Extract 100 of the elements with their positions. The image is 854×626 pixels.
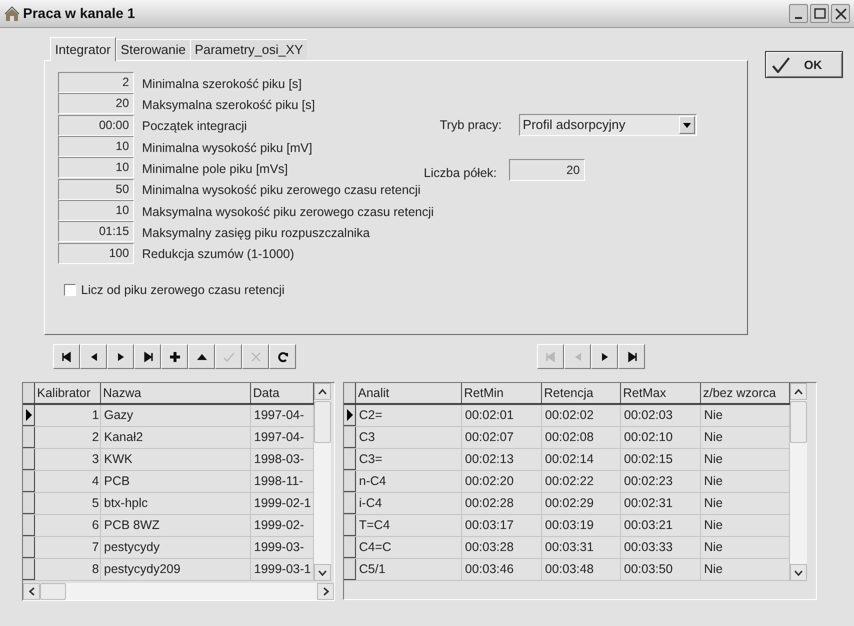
table-cell: 00:03:21 xyxy=(621,515,701,536)
table-cell: C2= xyxy=(356,405,462,426)
scroll-thumb[interactable] xyxy=(790,401,807,443)
row-indicator[interactable] xyxy=(23,405,35,426)
navigator-button[interactable] xyxy=(134,344,161,369)
input-field[interactable]: 2 xyxy=(58,72,134,94)
input-field[interactable]: 20 xyxy=(58,93,134,114)
column-header[interactable]: Retencja xyxy=(542,383,621,403)
column-header[interactable]: Analit xyxy=(356,383,462,403)
field-label: Liczba półek: xyxy=(424,165,497,182)
table-cell: 00:03:19 xyxy=(542,515,621,536)
maximize-button[interactable] xyxy=(810,4,829,23)
row-indicator[interactable] xyxy=(344,515,356,536)
row-indicator[interactable] xyxy=(23,471,35,492)
close-button[interactable] xyxy=(831,4,850,23)
column-header[interactable]: z/bez wzorca xyxy=(701,383,790,403)
table-cell: 00:02:22 xyxy=(542,471,621,492)
table-cell: 00:03:50 xyxy=(621,559,701,580)
row-indicator[interactable] xyxy=(23,515,35,536)
table-cell: 00:02:31 xyxy=(621,493,701,514)
scroll-bar[interactable] xyxy=(314,383,331,581)
column-header[interactable]: Data xyxy=(251,383,314,403)
table-cell: 7 xyxy=(35,537,101,558)
ok-button[interactable]: OK xyxy=(765,51,843,78)
row-indicator[interactable] xyxy=(23,427,35,448)
table-cell: 00:02:20 xyxy=(462,471,542,492)
scroll-thumb[interactable] xyxy=(314,401,331,443)
navigator-button[interactable] xyxy=(161,344,188,369)
field-label: Minimalne pole piku [mVs] xyxy=(142,160,288,178)
table-cell: 4 xyxy=(35,471,101,492)
input-field[interactable]: 20 xyxy=(508,159,585,182)
input-field[interactable]: 10 xyxy=(58,157,134,178)
tab[interactable]: Parametry_osi_XY xyxy=(190,39,308,60)
table-cell: 00:02:01 xyxy=(462,405,542,426)
row-indicator[interactable] xyxy=(23,449,35,470)
table-cell: T=C4 xyxy=(356,515,462,536)
table-cell: 00:03:46 xyxy=(462,559,542,580)
table-cell: btx-hplc xyxy=(101,493,251,514)
field-label: Redukcja szumów (1-1000) xyxy=(142,246,294,264)
input-field[interactable]: 100 xyxy=(58,242,134,264)
table-cell: 00:03:48 xyxy=(542,559,621,580)
maximize-icon xyxy=(814,8,826,19)
row-indicator[interactable] xyxy=(344,449,356,470)
table-cell: 00:03:28 xyxy=(462,537,542,558)
row-indicator[interactable] xyxy=(344,537,356,558)
table-cell: 00:02:29 xyxy=(542,493,621,514)
tab[interactable]: Integrator xyxy=(50,37,116,61)
row-indicator[interactable] xyxy=(344,471,356,492)
table-cell: 8 xyxy=(35,559,101,580)
table-cell: pestycydy xyxy=(101,537,251,558)
row-indicator[interactable] xyxy=(23,559,35,580)
column-header[interactable]: RetMin xyxy=(462,383,542,403)
column-header[interactable]: RetMax xyxy=(621,383,701,403)
minimize-icon xyxy=(795,17,802,19)
tab[interactable]: Sterowanie xyxy=(116,39,190,60)
row-indicator[interactable] xyxy=(23,537,35,558)
row-indicator[interactable] xyxy=(344,427,356,448)
input-field[interactable]: 00:00 xyxy=(58,114,134,136)
input-field[interactable]: 10 xyxy=(58,136,134,158)
table-cell: 00:02:23 xyxy=(621,471,701,492)
navigator-button[interactable] xyxy=(591,344,618,369)
scroll-bar[interactable] xyxy=(790,383,807,581)
dropdown[interactable]: Profil adsorpcyjny xyxy=(518,114,697,136)
refresh-icon xyxy=(276,350,290,364)
navigator-button[interactable] xyxy=(618,344,645,369)
navigator-button[interactable] xyxy=(53,344,80,369)
caret-icon xyxy=(682,122,691,128)
table-cell: C4=C xyxy=(356,537,462,558)
input-field[interactable]: 01:15 xyxy=(58,221,134,242)
navigator-button[interactable] xyxy=(80,344,107,369)
navigator-button[interactable] xyxy=(269,344,296,369)
scroll-thumb[interactable] xyxy=(40,583,66,600)
table-cell: PCB xyxy=(101,471,251,492)
column-header[interactable]: Kalibrator xyxy=(35,383,101,403)
table-cell: C3 xyxy=(356,427,462,448)
row-indicator[interactable] xyxy=(344,493,356,514)
row-indicator[interactable] xyxy=(23,493,35,514)
table-cell: 2 xyxy=(35,427,101,448)
table-cell: 00:02:13 xyxy=(462,449,542,470)
input-field[interactable]: 10 xyxy=(58,200,134,221)
table-cell: 5 xyxy=(35,493,101,514)
row-indicator[interactable] xyxy=(344,405,356,426)
navigator-button[interactable] xyxy=(107,344,134,369)
navigator-button[interactable] xyxy=(188,344,215,369)
field-label: Minimalna wysokość piku zerowego czasu retencji xyxy=(142,182,421,200)
minimize-button[interactable] xyxy=(789,4,808,23)
column-header[interactable]: Nazwa xyxy=(101,383,251,403)
table-cell: 00:03:31 xyxy=(542,537,621,558)
horizontal-scroll-bar[interactable] xyxy=(23,583,334,600)
table-cell: pestycydy209 xyxy=(101,559,251,580)
input-field[interactable]: 50 xyxy=(58,178,134,200)
house-icon xyxy=(4,6,20,22)
table-cell: 00:02:03 xyxy=(621,405,701,426)
checkbox[interactable] xyxy=(64,284,76,296)
table-cell: 00:03:33 xyxy=(621,537,701,558)
row-indicator[interactable] xyxy=(344,559,356,580)
field-label: Maksymalny zasięg piku rozpuszczalnika xyxy=(142,224,370,242)
table-cell: 00:02:08 xyxy=(542,427,621,448)
table-cell: 00:02:28 xyxy=(462,493,542,514)
field-label: Minimalna wysokość piku [mV] xyxy=(142,140,312,157)
